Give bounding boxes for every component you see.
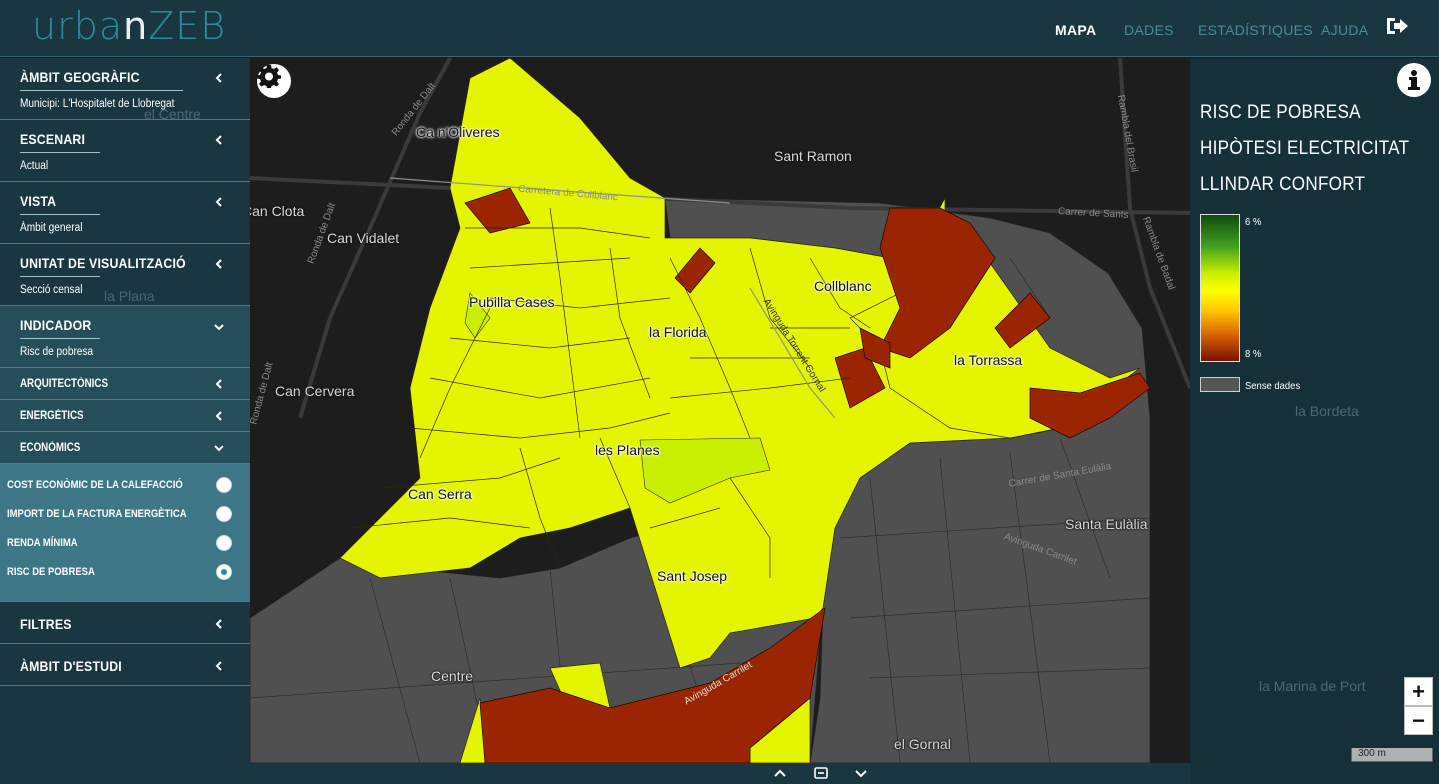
place-label: la Torrassa <box>954 352 1023 368</box>
chevron-down-icon[interactable] <box>853 766 869 780</box>
section-title: ÀMBIT GEOGRÀFIC <box>20 69 140 85</box>
chevron-down-icon[interactable] <box>214 443 224 453</box>
section-vista[interactable]: VISTA Àmbit general <box>0 182 250 244</box>
place-label: Can Cervera <box>275 383 355 399</box>
radio-cost-calefaccio[interactable] <box>216 477 232 493</box>
radio-risc-pobresa[interactable] <box>216 564 232 580</box>
chevron-left-icon[interactable] <box>214 259 224 269</box>
section-title: VISTA <box>20 193 57 209</box>
subsection-arquitectonics[interactable]: ARQUITECTÒNICS <box>0 368 250 400</box>
legend-nodata-label: Sense dades <box>1245 380 1301 392</box>
place-label: Can Vidalet <box>327 230 400 246</box>
map-layer <box>250 58 1190 763</box>
chevron-down-icon[interactable] <box>214 322 224 332</box>
chevron-left-icon[interactable] <box>214 661 224 671</box>
app-logo[interactable]: urbanZEB <box>32 4 226 48</box>
top-bar: urbanZEB MAPA DADES ESTADÍSTIQUES AJUDA <box>0 0 1439 57</box>
legend-gradient <box>1200 214 1240 362</box>
section-unitat-visualitzacio[interactable]: UNITAT DE VISUALITZACIÓ Secció censal <box>0 244 250 306</box>
subsection-energetics[interactable]: ENERGÈTICS <box>0 400 250 432</box>
place-label: Collblanc <box>814 278 872 294</box>
nav-mapa[interactable]: MAPA <box>1055 22 1096 38</box>
place-label: Pubilla Cases <box>469 294 555 310</box>
section-title: UNITAT DE VISUALITZACIÓ <box>20 255 186 271</box>
chevron-left-icon[interactable] <box>214 73 224 83</box>
chevron-left-icon[interactable] <box>214 619 224 629</box>
option-label[interactable]: RENDA MÍNIMA <box>7 537 78 549</box>
section-underline <box>20 338 100 339</box>
legend-min-label: 8 % <box>1245 348 1262 360</box>
subsection-title: ENERGÈTICS <box>20 410 84 422</box>
subsection-economics[interactable]: ECONÒMICS <box>0 432 250 464</box>
section-title: INDICADOR <box>20 317 92 333</box>
section-title: FILTRES <box>20 616 72 632</box>
section-underline <box>20 90 183 91</box>
section-ambit-geografic[interactable]: ÀMBIT GEOGRÀFIC Municipi: L'Hospitalet d… <box>0 58 250 120</box>
section-underline <box>20 276 100 277</box>
bg-place-label: la Bordeta <box>1295 403 1359 419</box>
section-indicador[interactable]: INDICADOR Risc de pobresa <box>0 306 250 368</box>
section-underline <box>20 152 100 153</box>
bg-place-label: la Marina de Port <box>1259 678 1366 694</box>
legend-subtitle: HIPÒTESI ELECTRICITAT <box>1200 138 1410 159</box>
section-value: Àmbit general <box>20 222 83 234</box>
chevron-left-icon[interactable] <box>214 135 224 145</box>
panel-toggle-icon[interactable] <box>813 766 829 780</box>
place-label: Centre <box>431 668 474 684</box>
option-label[interactable]: RISC DE POBRESA <box>7 566 95 578</box>
section-filtres[interactable]: FILTRES <box>0 602 250 644</box>
section-title: ÀMBIT D'ESTUDI <box>20 658 122 674</box>
place-label: Ca n'Oliveres <box>416 124 500 140</box>
section-escenari[interactable]: ESCENARI Actual <box>0 120 250 182</box>
gear-icon <box>257 65 281 88</box>
scale-bar: 300 m <box>1351 748 1433 762</box>
legend-max-label: 6 % <box>1245 216 1262 228</box>
settings-button[interactable] <box>257 64 291 98</box>
section-title: ESCENARI <box>20 131 86 147</box>
place-label: la Florida <box>649 324 707 340</box>
place-label: el Gornal <box>894 736 951 752</box>
subsection-title: ARQUITECTÒNICS <box>20 378 108 390</box>
section-underline <box>20 214 100 215</box>
nav-ajuda[interactable]: AJUDA <box>1321 22 1368 38</box>
nav-dades[interactable]: DADES <box>1124 22 1174 38</box>
info-button[interactable] <box>1397 63 1431 97</box>
section-ambit-estudi[interactable]: ÀMBIT D'ESTUDI <box>0 644 250 686</box>
zoom-in-button[interactable]: + <box>1404 677 1433 706</box>
legend-panel: la Bordeta la Marina de Port RISC DE POB… <box>1190 58 1439 784</box>
place-label: Santa Eulàlia <box>1065 516 1148 532</box>
radio-import-factura[interactable] <box>216 506 232 522</box>
section-value: Actual <box>20 160 49 172</box>
place-label: Sant Josep <box>657 568 728 584</box>
radio-renda-minima[interactable] <box>216 535 232 551</box>
map-canvas[interactable]: Ronda de Dalt Carretera de Collblanc Car… <box>250 58 1190 763</box>
section-value: Risc de pobresa <box>20 346 94 358</box>
info-icon <box>1408 70 1420 90</box>
place-label: Can Clota <box>250 203 305 219</box>
option-label[interactable]: IMPORT DE LA FACTURA ENERGÈTICA <box>7 508 187 520</box>
chevron-left-icon[interactable] <box>214 379 224 389</box>
place-label: les Planes <box>595 442 660 458</box>
chevron-left-icon[interactable] <box>214 411 224 421</box>
sign-out-icon[interactable] <box>1385 16 1409 36</box>
section-value: Secció censal <box>20 284 83 296</box>
place-label: Can Serra <box>408 486 472 502</box>
legend-title: RISC DE POBRESA <box>1200 102 1361 123</box>
place-label: Sant Ramon <box>774 148 852 164</box>
subsection-title: ECONÒMICS <box>20 442 81 454</box>
section-value: Municipi: L'Hospitalet de Llobregat <box>20 98 175 110</box>
chevron-left-icon[interactable] <box>214 197 224 207</box>
chevron-up-icon[interactable] <box>772 766 788 780</box>
zoom-out-button[interactable]: − <box>1404 706 1433 735</box>
nodata-swatch <box>1200 377 1240 392</box>
nav-estadistiques[interactable]: ESTADÍSTIQUES <box>1198 22 1313 38</box>
economic-options: COST ECONÒMIC DE LA CALEFACCIÓ IMPORT DE… <box>0 464 250 602</box>
legend-subtitle: LLINDAR CONFORT <box>1200 174 1366 195</box>
sidebar: el Centre la Plana ÀMBIT GEOGRÀFIC Munic… <box>0 58 250 784</box>
option-label[interactable]: COST ECONÒMIC DE LA CALEFACCIÓ <box>7 479 183 491</box>
bottom-bar <box>250 763 1190 784</box>
